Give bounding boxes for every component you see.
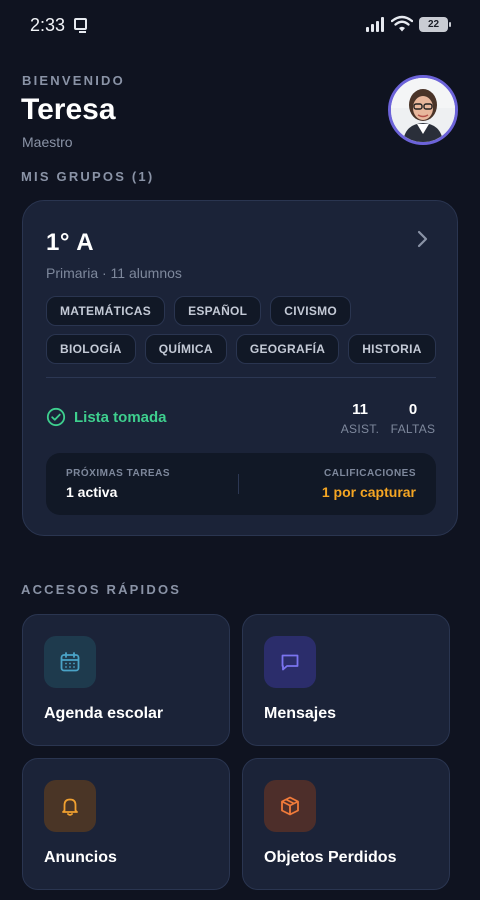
chevron-right-icon[interactable] (415, 229, 429, 249)
battery-icon: 22 (419, 17, 451, 32)
screen-mirror-icon (74, 18, 87, 33)
bell-icon (62, 798, 78, 816)
subject-chip[interactable]: CIVISMO (270, 296, 352, 326)
user-name: Teresa (21, 93, 116, 126)
quick-tile-announcements[interactable]: Anuncios (22, 758, 230, 890)
tile-icon-box (264, 636, 316, 688)
avatar-photo (391, 78, 455, 142)
tasks-label: PRÓXIMAS TAREAS (66, 468, 170, 479)
quick-tile-agenda[interactable]: Agenda escolar (22, 614, 230, 746)
attendance-status-label: Lista tomada (74, 408, 167, 426)
subject-chip[interactable]: MATEMÁTICAS (46, 296, 166, 326)
attendance-stat: 11 ASIST. (335, 401, 385, 436)
group-subtitle: Primaria · 11 alumnos (46, 265, 182, 281)
subject-chip[interactable]: QUÍMICA (144, 334, 227, 364)
subject-chip[interactable]: BIOLOGÍA (46, 334, 136, 364)
status-time: 2:33 (30, 15, 66, 35)
avatar[interactable] (388, 75, 458, 145)
group-name: 1° A (46, 229, 95, 256)
info-divider (238, 474, 239, 494)
grades-value[interactable]: 1 por capturar (322, 484, 416, 500)
check-circle-icon (46, 407, 66, 427)
tile-label: Agenda escolar (44, 705, 164, 722)
attendance-count: 11 (352, 401, 368, 418)
group-info-panel: PRÓXIMAS TAREAS 1 activa CALIFICACIONES … (46, 453, 436, 515)
group-card[interactable]: 1° A Primaria · 11 alumnos MATEMÁTICAS E… (22, 200, 458, 536)
tile-icon-box (264, 780, 316, 832)
user-role: Maestro (22, 134, 73, 150)
status-bar: 2:33 22 (0, 0, 480, 52)
attendance-label: ASIST. (340, 422, 380, 436)
tile-label: Mensajes (264, 705, 337, 722)
welcome-label: BIENVENIDO (22, 73, 125, 88)
subject-chips-row: MATEMÁTICAS ESPAÑOL CIVISMO (46, 296, 352, 326)
quick-tile-lost-found[interactable]: Objetos Perdidos (242, 758, 450, 890)
groups-section-title: MIS GRUPOS (1) (21, 169, 155, 184)
message-icon (281, 654, 299, 671)
signal-icon (366, 17, 386, 32)
tile-icon-box (44, 636, 96, 688)
wifi-icon (391, 15, 413, 32)
subject-chip[interactable]: HISTORIA (348, 334, 436, 364)
quick-tile-messages[interactable]: Mensajes (242, 614, 450, 746)
subject-chips-row: BIOLOGÍA QUÍMICA GEOGRAFÍA HISTORIA (46, 334, 436, 364)
attendance-status: Lista tomada (46, 407, 167, 427)
absences-label: FALTAS (390, 422, 436, 436)
subject-chip[interactable]: ESPAÑOL (174, 296, 262, 326)
tile-label: Anuncios (44, 849, 117, 866)
card-divider (46, 377, 436, 378)
calendar-icon (60, 652, 80, 672)
tile-label: Objetos Perdidos (264, 849, 397, 866)
box-icon (281, 796, 299, 816)
absences-stat: 0 FALTAS (387, 401, 439, 436)
quick-access-title: ACCESOS RÁPIDOS (21, 582, 182, 597)
absences-count: 0 (408, 401, 418, 418)
tile-icon-box (44, 780, 96, 832)
tasks-value[interactable]: 1 activa (66, 484, 117, 500)
subject-chip[interactable]: GEOGRAFÍA (235, 334, 340, 364)
grades-label: CALIFICACIONES (324, 468, 416, 479)
